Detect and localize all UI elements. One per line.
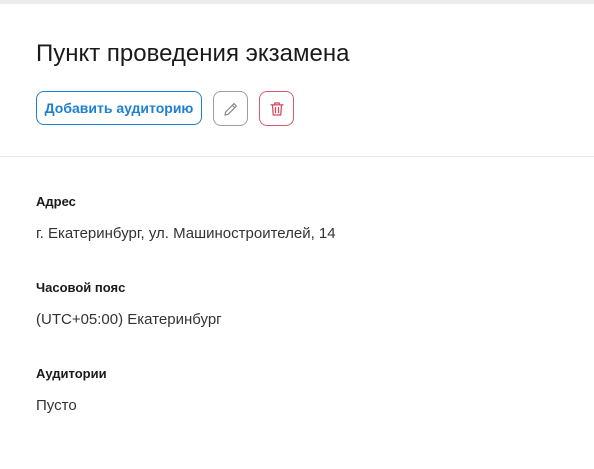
rooms-label: Аудитории	[36, 366, 107, 381]
page-header: Пункт проведения экзамена Добавить аудит…	[0, 4, 594, 157]
timezone-value: (UTC+05:00) Екатеринбург	[36, 311, 222, 328]
address-label: Адрес	[36, 194, 76, 209]
rooms-value: Пусто	[36, 397, 77, 414]
address-field: Адрес г. Екатеринбург, ул. Машиностроите…	[36, 194, 336, 243]
rooms-field: Аудитории Пусто	[36, 366, 107, 415]
timezone-field: Часовой пояс (UTC+05:00) Екатеринбург	[36, 280, 222, 329]
trash-icon	[268, 100, 286, 118]
delete-button[interactable]	[259, 91, 294, 126]
add-room-button[interactable]: Добавить аудиторию	[36, 91, 202, 125]
address-value: г. Екатеринбург, ул. Машиностроителей, 1…	[36, 225, 336, 242]
pencil-icon	[222, 100, 240, 118]
page-title: Пункт проведения экзамена	[36, 40, 350, 67]
timezone-label: Часовой пояс	[36, 280, 126, 295]
edit-button[interactable]	[213, 91, 248, 126]
